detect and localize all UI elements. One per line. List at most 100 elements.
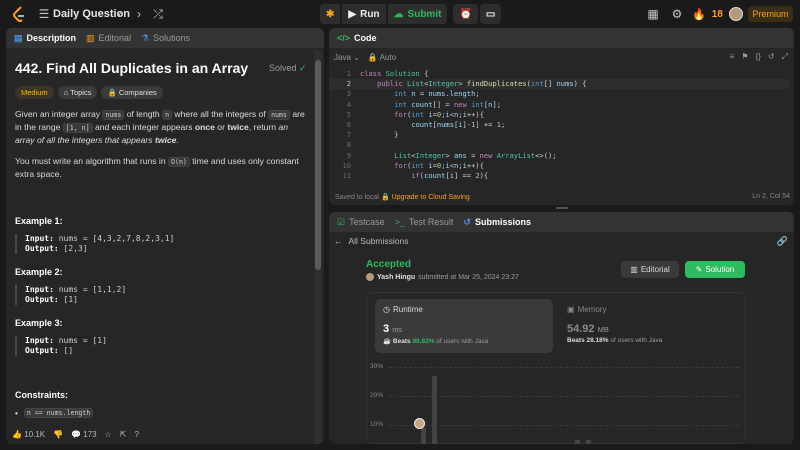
- description-scrollbar[interactable]: [314, 50, 322, 444]
- tab-label: Submissions: [474, 217, 531, 227]
- star-icon[interactable]: ☆: [105, 430, 112, 439]
- tab-label: Solutions: [153, 33, 191, 43]
- shuffle-icon[interactable]: ⤮: [149, 5, 167, 23]
- thumbs-up-icon: 👍: [12, 429, 22, 439]
- your-rank-avatar: [414, 418, 425, 429]
- code-footer: Saved to local 🔒 Upgrade to Cloud Saving…: [335, 193, 790, 201]
- companies-tag[interactable]: 🔒 Companies: [101, 86, 163, 99]
- tab-label: Editorial: [98, 33, 132, 43]
- description-panel: ▤ Description ▥ Editorial ⚗ Solutions 442. …: [6, 28, 324, 444]
- chevron-left-icon[interactable]: ‹: [111, 5, 129, 23]
- difficulty-badge[interactable]: Medium: [15, 86, 54, 99]
- lock-icon: 🔒: [107, 88, 117, 97]
- note-icon: ▭: [485, 8, 496, 20]
- premium-button[interactable]: Premium: [748, 6, 793, 22]
- problem-list-icon[interactable]: ☰: [35, 5, 53, 23]
- code-line: 4 int count[] = new int[n];: [346, 99, 501, 109]
- tab-label: Test Result: [408, 217, 454, 227]
- code-line: 11 if(count[i] == 2){: [342, 170, 489, 180]
- chart-bar: [421, 427, 426, 444]
- solution-button[interactable]: ✎ Solution: [685, 261, 745, 278]
- chart-bar: [586, 439, 591, 444]
- gridline: [389, 396, 739, 397]
- submission-status: Accepted: [366, 259, 412, 270]
- all-submissions-link[interactable]: ← All Submissions: [334, 236, 409, 246]
- runtime-beats: ☕ Beats 99.83% of users with Java: [383, 338, 489, 345]
- fire-icon[interactable]: 🔥: [692, 8, 706, 21]
- example-title: Example 3:: [15, 318, 63, 328]
- description-tabs: ▤ Description ▥ Editorial ⚗ Solutions: [6, 28, 324, 48]
- run-button[interactable]: ▶ Run: [342, 4, 386, 24]
- bookmark-icon[interactable]: ⚑: [741, 52, 748, 62]
- runtime-card[interactable]: ◷ Runtime 3 ms ☕ Beats 99.83% of users wi…: [375, 299, 553, 353]
- submitted-time: submitted at Mar 25, 2024 23:27: [418, 273, 519, 281]
- scroll-thumb[interactable]: [315, 60, 321, 270]
- like-button[interactable]: 👍 10.1K: [12, 430, 45, 439]
- share-icon[interactable]: ⇱: [120, 430, 127, 439]
- history-icon: ↺: [463, 216, 471, 227]
- editor-actions: ≡ ⚑ {} ↺ ⤢: [730, 52, 788, 62]
- upgrade-link[interactable]: 🔒 Upgrade to Cloud Saving: [381, 194, 470, 201]
- example-title: Example 2:: [15, 267, 63, 277]
- language-select[interactable]: Java ⌄: [334, 53, 360, 62]
- resize-handle[interactable]: [556, 207, 568, 209]
- tab-solutions[interactable]: ⚗ Solutions: [141, 33, 190, 44]
- submit-button[interactable]: ☁ Submit: [387, 4, 448, 24]
- chevron-right-icon[interactable]: ›: [130, 5, 148, 23]
- braces-icon[interactable]: {}: [756, 52, 761, 62]
- reset-icon[interactable]: ↺: [768, 52, 775, 62]
- problem-tags: Medium ⌂ Topics 🔒 Companies: [15, 86, 307, 99]
- auto-mode[interactable]: 🔒 Auto: [368, 53, 396, 62]
- debug-button[interactable]: ✱: [320, 4, 341, 24]
- run-toolbar: ✱ ▶ Run ☁ Submit ⏰ ▭: [320, 4, 502, 24]
- tab-submissions[interactable]: ↺ Submissions: [463, 217, 531, 228]
- fullscreen-icon[interactable]: ⤢: [782, 52, 788, 62]
- memory-card[interactable]: ▣ Memory 54.92 MB Beats 28.18% of users w…: [567, 299, 737, 353]
- comment-count: 173: [83, 429, 97, 439]
- code-line: 1 class Solution {: [346, 69, 429, 78]
- solved-status: Solved ✓: [269, 63, 307, 74]
- editorial-button[interactable]: ▥ Editorial: [621, 261, 679, 278]
- check-circle-icon: ✓: [299, 63, 307, 73]
- play-icon: ▶: [348, 8, 357, 20]
- username[interactable]: Yash Hingu: [377, 274, 415, 281]
- description-footer: 👍 10.1K 👎 💬 173 ☆ ⇱ ?: [6, 424, 324, 444]
- chart-bar: [432, 375, 437, 444]
- tab-code[interactable]: </> Code: [337, 33, 377, 43]
- notes-button[interactable]: ▭: [479, 4, 502, 24]
- gridline: [389, 367, 739, 368]
- timer-button[interactable]: ⏰: [453, 4, 478, 24]
- user-toolbar: ▦ ⚙ 🔥 18: [644, 5, 743, 23]
- code-line: 2 public List<Integer> findDuplicates(in…: [329, 79, 789, 90]
- tab-test-result[interactable]: >_ Test Result: [395, 217, 454, 227]
- alarm-icon: ⏰: [459, 8, 472, 20]
- tab-testcase[interactable]: ☑ Testcase: [337, 217, 385, 228]
- memory-title: Memory: [577, 305, 607, 314]
- avatar[interactable]: [728, 7, 743, 21]
- code-line: 8: [346, 140, 351, 150]
- comments-button[interactable]: 💬 173: [71, 430, 97, 439]
- clock-icon: ◷: [383, 305, 390, 314]
- code-editor[interactable]: 1 class Solution { 2 public List<Integer>…: [329, 69, 789, 181]
- chip-icon: ▣: [567, 305, 575, 314]
- example-block: Input: nums = [4,3,2,7,8,2,3,1] Output: …: [15, 234, 307, 254]
- checkbox-icon: ☑: [337, 216, 346, 227]
- code-toolbar: Java ⌄ 🔒 Auto ≡ ⚑ {} ↺ ⤢: [329, 48, 794, 66]
- help-icon[interactable]: ?: [135, 430, 139, 439]
- format-icon[interactable]: ≡: [730, 52, 735, 62]
- tab-description[interactable]: ▤ Description: [14, 33, 76, 44]
- link-icon[interactable]: 🔗: [777, 236, 788, 247]
- memory-value: 54.92 MB: [567, 323, 609, 335]
- flask-icon: ⚗: [141, 32, 150, 43]
- leetcode-logo-icon[interactable]: [12, 5, 26, 23]
- problem-statement: Given an integer array nums of length n …: [15, 109, 305, 145]
- topics-tag[interactable]: ⌂ Topics: [57, 86, 98, 99]
- gear-icon[interactable]: ⚙: [668, 5, 686, 23]
- runtime-title: Runtime: [392, 305, 423, 314]
- grid-icon[interactable]: ▦: [644, 5, 662, 23]
- tab-editorial[interactable]: ▥ Editorial: [86, 33, 131, 44]
- runtime-distribution-chart: 30% 20% 10%: [367, 363, 747, 444]
- thumbs-down-icon[interactable]: 👎: [53, 430, 63, 439]
- streak-count[interactable]: 18: [712, 9, 723, 20]
- chevron-down-icon: ⌄: [353, 52, 360, 62]
